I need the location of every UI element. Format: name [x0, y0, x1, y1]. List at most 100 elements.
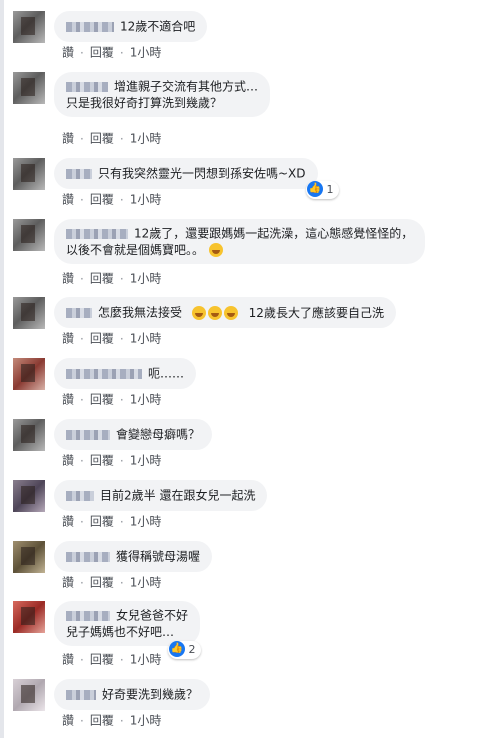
avatar[interactable] [13, 219, 45, 251]
comment-text: 呃…… [148, 366, 185, 381]
commenter-name-blurred[interactable] [66, 689, 96, 700]
avatar[interactable] [13, 11, 45, 43]
comment-actions: 讚 · 回覆 · 1小時 [62, 651, 161, 668]
separator: · [80, 392, 84, 407]
timestamp[interactable]: 1小時 [130, 332, 162, 346]
avatar[interactable] [13, 419, 45, 451]
comment-bubble: 呃…… [54, 358, 197, 389]
timestamp[interactable]: 1小時 [130, 46, 162, 60]
reply-link[interactable]: 回覆 [90, 653, 114, 667]
avatar[interactable] [13, 358, 45, 390]
comment-bubble: 獲得稱號母湯喔 [54, 541, 213, 572]
comment-bubble: 12歲了，還要跟媽媽一起洗澡，這心態感覺怪怪的， 以後不會就是個媽寶吧。。 [54, 219, 426, 264]
timestamp[interactable]: 1小時 [130, 454, 162, 468]
reply-link[interactable]: 回覆 [90, 393, 114, 407]
separator: · [119, 45, 124, 60]
comment-text: 獲得稱號母湯喔 [116, 549, 201, 564]
like-link[interactable]: 讚 [62, 714, 74, 728]
commenter-name-blurred[interactable] [66, 81, 108, 92]
separator: · [80, 192, 84, 207]
timestamp[interactable]: 1小時 [130, 576, 162, 590]
comment-actions: 讚 · 回覆 · 1小時 [62, 330, 161, 347]
separator: · [80, 45, 84, 60]
avatar[interactable] [13, 72, 45, 104]
comment-text: 12歲了，還要跟媽媽一起洗澡，這心態感覺怪怪的， [134, 226, 414, 241]
like-link[interactable]: 讚 [62, 454, 74, 468]
timestamp[interactable]: 1小時 [130, 193, 162, 207]
comment-actions: 讚 · 回覆 · 1小時 [62, 452, 161, 469]
reaction-count[interactable]: 👍 2 [168, 641, 201, 659]
like-link[interactable]: 讚 [62, 515, 74, 529]
like-link[interactable]: 讚 [62, 393, 74, 407]
reply-link[interactable]: 回覆 [90, 193, 114, 207]
like-link[interactable]: 讚 [62, 653, 74, 667]
like-link[interactable]: 讚 [62, 193, 74, 207]
reply-link[interactable]: 回覆 [90, 454, 114, 468]
separator: · [119, 652, 124, 667]
comment-text-line2-text: 以後不會就是個媽寶吧。。 [66, 242, 205, 257]
like-link[interactable]: 讚 [62, 576, 74, 590]
separator: · [119, 192, 124, 207]
timestamp[interactable]: 1小時 [130, 653, 162, 667]
commenter-name-blurred[interactable] [66, 307, 92, 318]
timestamp[interactable]: 1小時 [130, 272, 162, 286]
reply-link[interactable]: 回覆 [90, 272, 114, 286]
commenter-name-blurred[interactable] [66, 21, 114, 32]
commenter-name-blurred[interactable] [66, 168, 92, 179]
comment-text: 目前2歲半 還在跟女兒一起洗 [100, 488, 256, 503]
separator: · [119, 331, 124, 346]
avatar[interactable] [13, 679, 45, 711]
reply-link[interactable]: 回覆 [90, 714, 114, 728]
comment-bubble: 好奇要洗到幾歲？ [54, 679, 211, 710]
reply-link[interactable]: 回覆 [90, 332, 114, 346]
comment-actions: 讚 · 回覆 · 1小時 [62, 191, 161, 208]
timestamp[interactable]: 1小時 [130, 393, 162, 407]
comment-actions: 讚 · 回覆 · 1小時 [62, 574, 161, 591]
like-link[interactable]: 讚 [62, 272, 74, 286]
comment-bubble: 只有我突然靈光一閃想到孫安佐嗎~XD [54, 158, 318, 189]
like-link[interactable]: 讚 [62, 332, 74, 346]
comment-actions: 讚 · 回覆 · 1小時 [62, 712, 161, 729]
comment-bubble: 增進親子交流有其他方式… 只是我很好奇打算洗到幾歲？ [54, 72, 271, 117]
commenter-name-blurred[interactable] [66, 610, 110, 621]
separator: · [119, 575, 124, 590]
comment-text: 只有我突然靈光一閃想到孫安佐嗎~XD [98, 166, 306, 181]
separator: · [80, 652, 84, 667]
avatar[interactable] [13, 297, 45, 329]
timestamp[interactable]: 1小時 [130, 515, 162, 529]
avatar[interactable] [13, 480, 45, 512]
comment-actions: 讚 · 回覆 · 1小時 [62, 130, 161, 147]
commenter-name-blurred[interactable] [66, 551, 110, 562]
comment-actions: 讚 · 回覆 · 1小時 [62, 513, 161, 530]
comment-text: 會變戀母癖嗎？ [116, 427, 201, 442]
timestamp[interactable]: 1小時 [130, 714, 162, 728]
separator: · [119, 271, 124, 286]
separator: · [119, 131, 124, 146]
comment-text: 增進親子交流有其他方式… [114, 79, 259, 94]
grinning-face-emoji [207, 305, 222, 320]
avatar[interactable] [13, 158, 45, 190]
commenter-name-blurred[interactable] [66, 368, 142, 379]
commenter-name-blurred[interactable] [66, 490, 94, 501]
reply-link[interactable]: 回覆 [90, 515, 114, 529]
commenter-name-blurred[interactable] [66, 429, 110, 440]
reply-link[interactable]: 回覆 [90, 132, 114, 146]
reaction-count[interactable]: 👍 1 [306, 181, 339, 199]
separator: · [80, 331, 84, 346]
commenter-name-blurred[interactable] [66, 228, 128, 239]
separator: · [80, 575, 84, 590]
avatar[interactable] [13, 541, 45, 573]
like-link[interactable]: 讚 [62, 132, 74, 146]
avatar[interactable] [13, 601, 45, 633]
reply-link[interactable]: 回覆 [90, 46, 114, 60]
separator: · [119, 514, 124, 529]
reply-link[interactable]: 回覆 [90, 576, 114, 590]
comment-text: 12歲不適合吧 [120, 19, 196, 34]
comment-text-line2: 只是我很好奇打算洗到幾歲？ [66, 95, 223, 110]
comment-actions: 讚 · 回覆 · 1小時 [62, 270, 161, 287]
separator: · [119, 392, 124, 407]
like-link[interactable]: 讚 [62, 46, 74, 60]
separator: · [119, 713, 124, 728]
timestamp[interactable]: 1小時 [130, 132, 162, 146]
reaction-number: 1 [326, 183, 334, 196]
